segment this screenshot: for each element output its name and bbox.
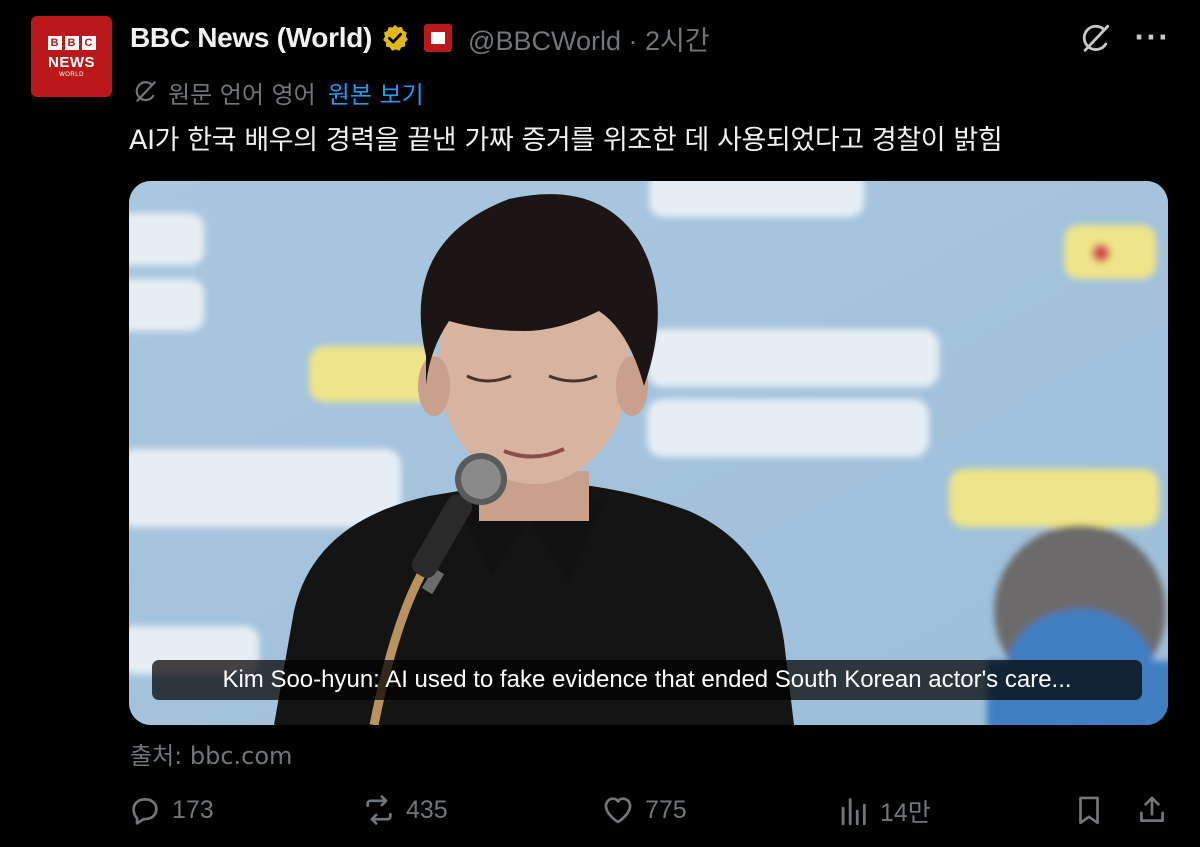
author-name[interactable]: BBC News (World)	[130, 22, 372, 54]
views-icon	[841, 798, 866, 826]
views-button[interactable]: 14만	[836, 793, 931, 829]
share-icon	[1140, 796, 1164, 822]
action-bar: 173 435 775 14만	[0, 785, 1200, 835]
post-text: AI가 한국 배우의 경력을 끝낸 가짜 증거를 위조한 데 사용되었다고 경찰…	[129, 125, 1003, 156]
reply-button[interactable]: 173	[128, 793, 214, 827]
bookmark-icon	[1079, 796, 1099, 825]
link-card-image[interactable]	[129, 181, 1168, 725]
handle-and-time[interactable]: @BBCWorld · 2시간	[468, 19, 710, 58]
bbc-affiliate-icon[interactable]	[424, 24, 453, 52]
reply-icon	[132, 798, 158, 825]
share-button[interactable]	[1135, 793, 1169, 827]
bbc-logo: B B C	[47, 35, 96, 50]
repost-button[interactable]: 435	[362, 793, 448, 827]
bookmark-button[interactable]	[1072, 793, 1106, 827]
avatar-news-text: NEWS	[48, 53, 95, 71]
like-count: 775	[645, 795, 687, 824]
post-header: BBC News (World) @BBCWorld · 2시간	[130, 18, 710, 58]
translation-row: 원문 언어 영어 원본 보기	[132, 74, 424, 110]
grok-translate-icon	[135, 81, 156, 102]
translation-label: 원문 언어 영어	[168, 80, 316, 109]
avatar-world-text: WORLD	[59, 71, 84, 78]
like-button[interactable]: 775	[601, 793, 687, 827]
avatar[interactable]: B B C NEWS WORLD	[31, 16, 112, 97]
reply-count: 173	[172, 795, 214, 824]
views-count: 14만	[880, 799, 931, 827]
link-card-headline[interactable]: Kim Soo-hyun: AI used to fake evidence t…	[152, 660, 1142, 700]
repost-count: 435	[406, 795, 448, 824]
heart-icon	[604, 797, 632, 824]
verified-badge-icon	[383, 24, 408, 51]
show-original-link[interactable]: 원본 보기	[328, 75, 424, 110]
repost-icon	[366, 795, 392, 825]
link-source[interactable]: 출처: bbc.com	[130, 736, 292, 771]
more-icon[interactable]: ···	[1132, 20, 1172, 56]
grok-icon[interactable]	[1078, 22, 1112, 56]
